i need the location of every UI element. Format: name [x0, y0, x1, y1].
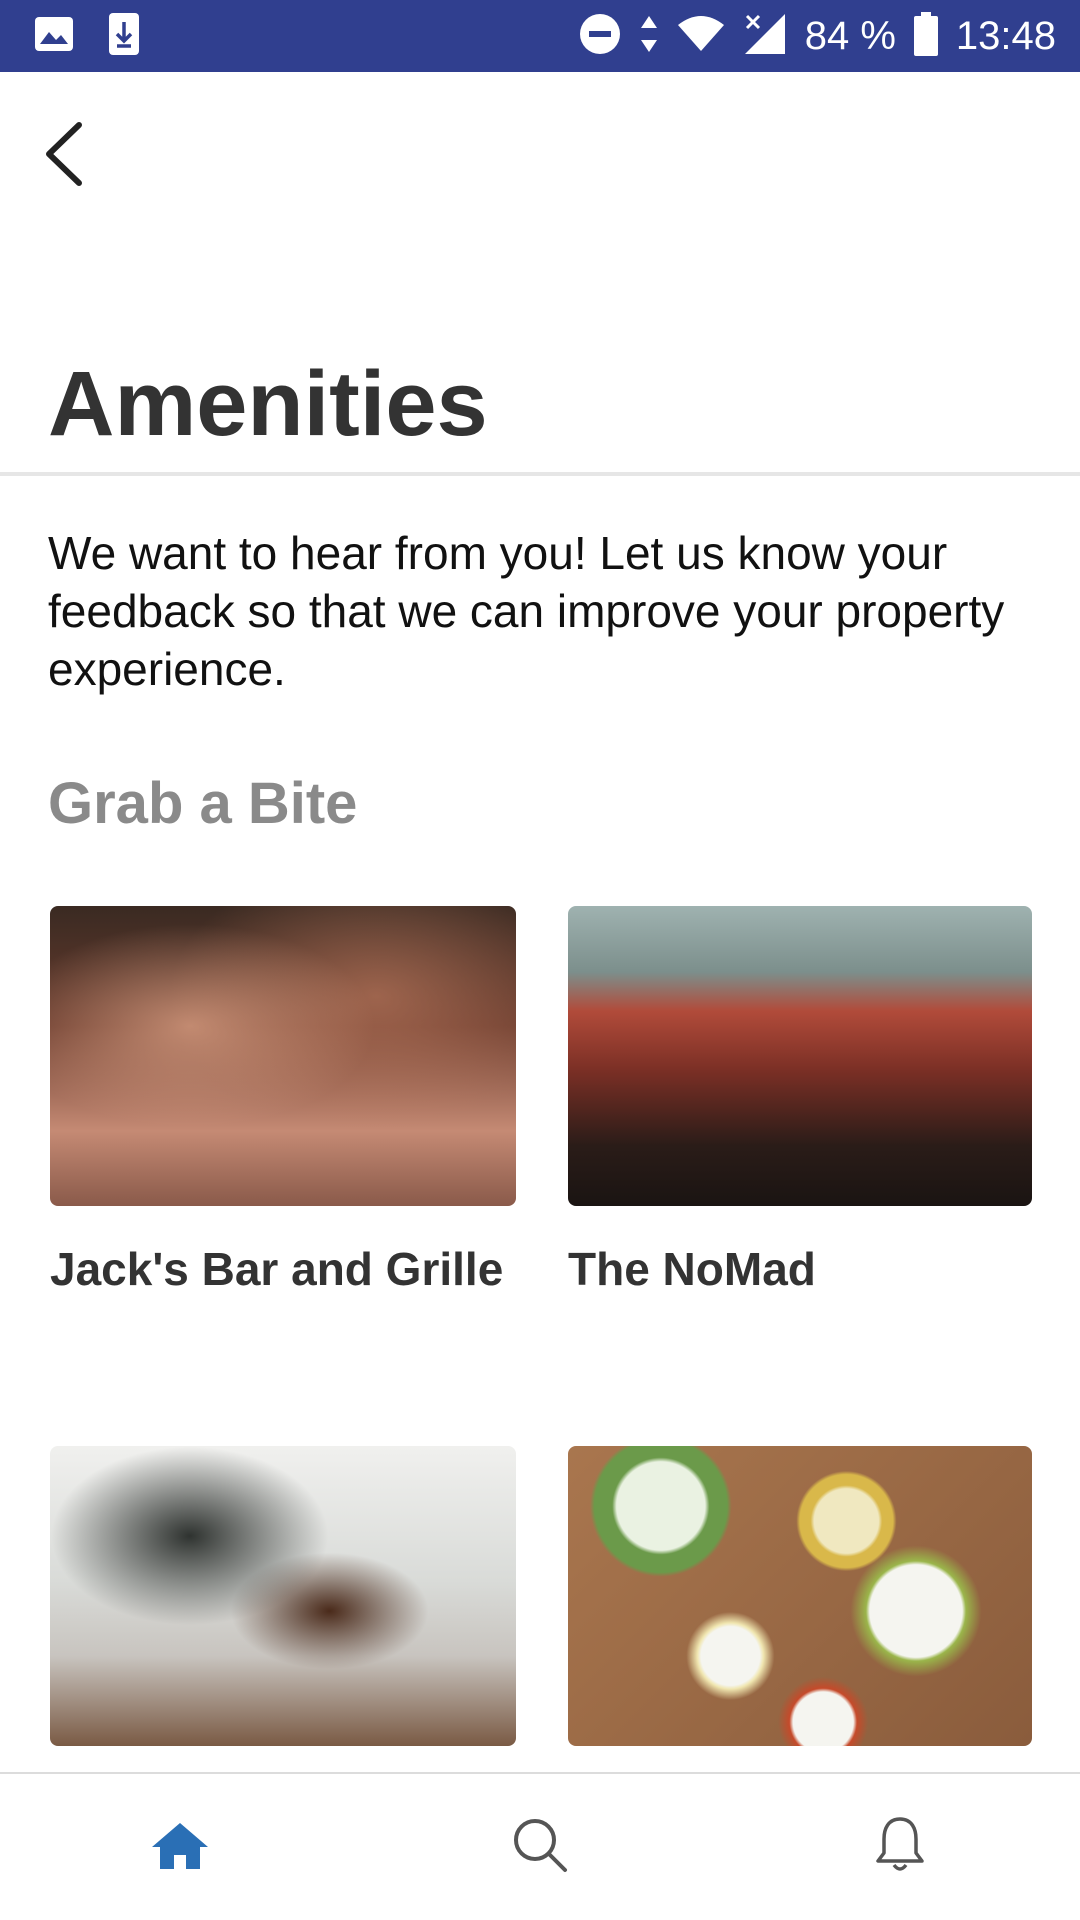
status-left — [34, 12, 174, 61]
signal-icon — [743, 12, 787, 61]
amenity-card-coffee[interactable] — [50, 1446, 516, 1746]
title-divider — [0, 472, 1080, 476]
gallery-icon — [34, 16, 74, 57]
nav-notifications[interactable] — [840, 1787, 960, 1907]
status-right: 84 % 13:48 — [561, 11, 1056, 61]
food-table-photo — [568, 1446, 1032, 1746]
page-title: Amenities — [48, 353, 488, 455]
coffee-photo — [50, 1446, 516, 1746]
home-icon — [150, 1819, 210, 1876]
section-title: Grab a Bite — [48, 771, 358, 836]
intro-text: We want to hear from you! Let us know yo… — [48, 527, 1005, 695]
amenity-card-nomad[interactable]: The NoMad — [568, 906, 1032, 1296]
restaurant-atrium-photo — [568, 906, 1032, 1206]
chevron-left-icon — [43, 121, 83, 192]
restaurant-bar-photo — [50, 906, 516, 1206]
search-icon — [511, 1816, 569, 1879]
nav-search[interactable] — [480, 1787, 600, 1907]
status-bar: 84 % 13:48 — [0, 0, 1080, 72]
battery-percent: 84 % — [804, 13, 896, 58]
app-bar: Amenities — [0, 72, 1080, 472]
do-not-disturb-icon — [579, 13, 621, 60]
amenity-card-food[interactable] — [568, 1446, 1032, 1746]
card-label: The NoMad — [568, 1243, 816, 1295]
bell-icon — [874, 1815, 926, 1880]
back-button[interactable] — [38, 116, 88, 196]
wifi-icon — [677, 15, 725, 58]
amenity-card-jacks[interactable]: Jack's Bar and Grille — [50, 906, 516, 1296]
bottom-nav — [0, 1772, 1080, 1920]
card-label: Jack's Bar and Grille — [50, 1243, 504, 1295]
battery-icon — [913, 11, 938, 61]
download-icon — [108, 12, 140, 61]
data-arrows-icon — [639, 14, 659, 59]
clock: 13:48 — [955, 13, 1056, 58]
nav-home[interactable] — [120, 1787, 240, 1907]
